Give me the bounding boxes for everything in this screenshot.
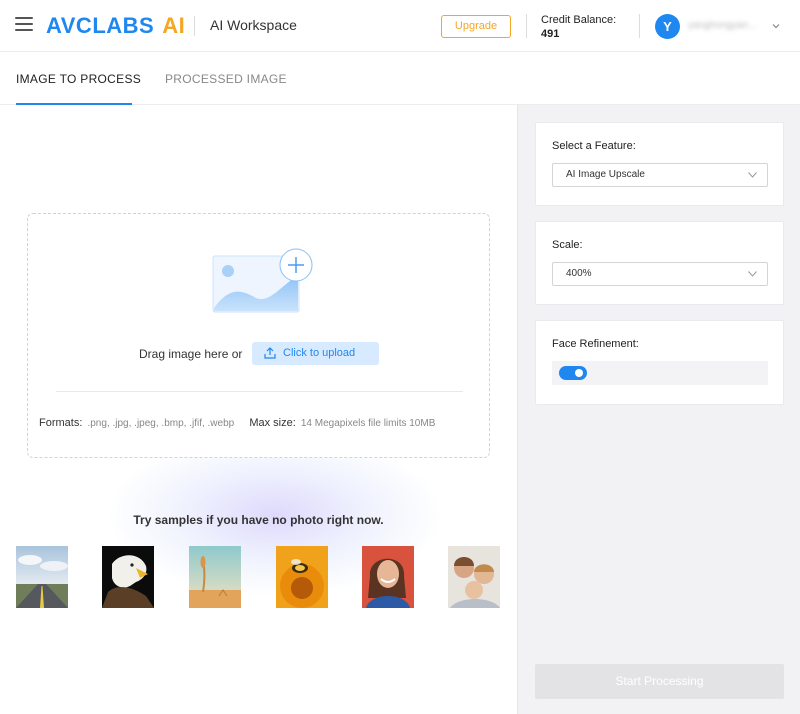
top-bar: AVCLABS AI AI Workspace Upgrade Credit Ba… [0, 0, 800, 52]
click-to-upload-button[interactable]: Click to upload [252, 342, 379, 365]
divider [526, 14, 527, 38]
face-refinement-row [552, 361, 768, 385]
scale-label: Scale: [552, 239, 583, 251]
logo-text: AVCLABS [46, 13, 155, 38]
feature-card: Select a Feature: AI Image Upscale [535, 122, 784, 206]
drag-instruction: Drag image here or [139, 347, 243, 361]
samples-title: Try samples if you have no photo right n… [133, 513, 384, 527]
upgrade-button[interactable]: Upgrade [441, 15, 511, 38]
file-requirements: Formats: .png, .jpg, .jpeg, .bmp, .jfif,… [39, 417, 435, 429]
sample-thumbnail-road[interactable] [16, 546, 68, 608]
feature-select[interactable]: AI Image Upscale [552, 163, 768, 187]
username[interactable]: yanghongyan... [688, 20, 770, 32]
start-processing-button[interactable]: Start Processing [535, 664, 784, 699]
upload-dropzone[interactable]: Drag image here or Click to upload Forma… [27, 213, 490, 458]
credit-value: 491 [541, 28, 560, 40]
menu-icon[interactable] [15, 17, 33, 31]
face-refinement-card: Face Refinement: [535, 320, 784, 405]
chevron-down-icon [748, 271, 757, 277]
logo-accent: AI [162, 13, 186, 38]
sample-thumbnail-bee[interactable] [276, 546, 328, 608]
max-size-label: Max size: [249, 417, 296, 429]
credit-balance: Credit Balance: 491 [541, 13, 616, 41]
chevron-down-icon [748, 172, 757, 178]
feature-select-value: AI Image Upscale [566, 169, 645, 180]
workspace-title: AI Workspace [210, 17, 297, 33]
sample-thumbnail-eagle[interactable] [102, 546, 154, 608]
image-panel: Drag image here or Click to upload Forma… [0, 105, 517, 714]
scale-select-value: 400% [566, 268, 592, 279]
formats-value: .png, .jpg, .jpeg, .bmp, .jfif, .webp [87, 418, 235, 429]
toggle-knob [575, 369, 583, 377]
scale-card: Scale: 400% [535, 221, 784, 305]
divider [56, 391, 463, 392]
formats-label: Formats: [39, 417, 83, 429]
sample-thumbnail-family[interactable] [448, 546, 500, 608]
image-upload-icon [212, 248, 313, 313]
tab-bar: IMAGE TO PROCESS PROCESSED IMAGE [0, 52, 800, 105]
sample-thumbnail-wheat[interactable] [189, 546, 241, 608]
upload-button-label: Click to upload [283, 347, 356, 359]
divider [194, 16, 195, 36]
tab-processed-image[interactable]: PROCESSED IMAGE [165, 72, 287, 86]
feature-label: Select a Feature: [552, 140, 636, 152]
divider [639, 14, 640, 38]
credit-label: Credit Balance: [541, 14, 617, 26]
upload-icon [264, 347, 276, 359]
sample-thumbnail-woman[interactable] [362, 546, 414, 608]
max-size-value: 14 Megapixels file limits 10MB [300, 418, 436, 429]
face-refinement-toggle[interactable] [559, 366, 587, 380]
brand-logo[interactable]: AVCLABS AI [46, 12, 185, 40]
scale-select[interactable]: 400% [552, 262, 768, 286]
tab-image-to-process[interactable]: IMAGE TO PROCESS [16, 72, 141, 86]
chevron-down-icon[interactable] [772, 22, 780, 30]
settings-panel: Select a Feature: AI Image Upscale Scale… [517, 105, 800, 714]
avatar[interactable]: Y [655, 14, 680, 39]
face-refinement-label: Face Refinement: [552, 338, 639, 350]
